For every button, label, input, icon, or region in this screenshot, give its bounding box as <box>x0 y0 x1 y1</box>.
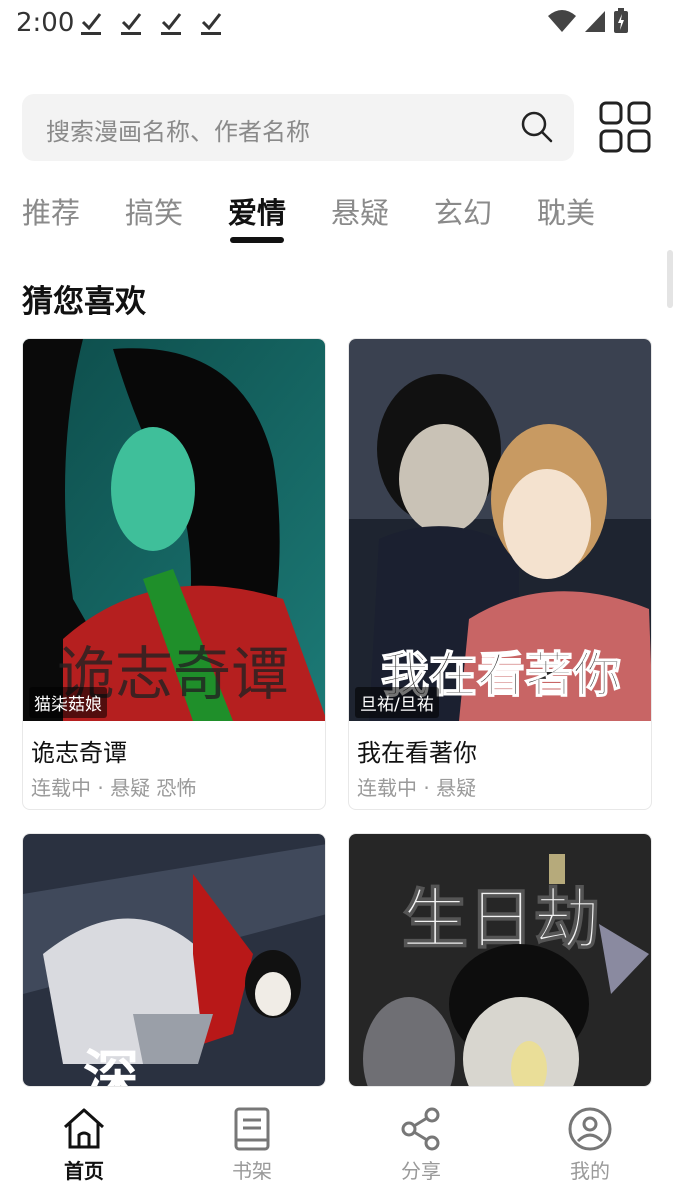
cover-title: 深 <box>83 1045 139 1087</box>
tab-mystery[interactable]: 悬疑 <box>331 190 389 232</box>
search-placeholder: 搜索漫画名称、作者名称 <box>46 118 310 146</box>
system-icons <box>547 8 629 34</box>
tab-fantasy[interactable]: 玄幻 <box>434 190 492 232</box>
section-title: 猜您喜欢 <box>22 284 146 320</box>
download-done-icon <box>201 13 222 35</box>
nav-share[interactable]: 分享 <box>376 1105 466 1184</box>
nav-label: 首页 <box>64 1159 104 1183</box>
cover-art: 我在看著你 <box>349 339 651 721</box>
wifi-icon <box>548 10 576 32</box>
status-bar: 2:00 <box>0 0 675 46</box>
comic-title: 我在看著你 <box>357 739 477 767</box>
battery-charging-icon <box>614 8 628 33</box>
comic-cover[interactable]: 生日劫 <box>349 834 651 1086</box>
author-tag: 旦祐/旦祐 <box>355 687 439 718</box>
nav-profile[interactable]: 我的 <box>545 1105 635 1184</box>
tab-recommend[interactable]: 推荐 <box>22 190 80 232</box>
nav-bookshelf[interactable]: 书架 <box>207 1105 297 1184</box>
scrollbar[interactable] <box>667 250 673 308</box>
home-icon <box>63 1108 105 1149</box>
download-done-icon <box>121 13 142 35</box>
comic-card[interactable]: 深 <box>22 833 326 1087</box>
comic-cover[interactable]: 诡志奇谭 猫柒菇娘 <box>23 339 325 721</box>
comic-title: 诡志奇谭 <box>31 739 127 767</box>
comic-cover[interactable]: 深 <box>23 834 325 1087</box>
tab-bl[interactable]: 耽美 <box>537 190 595 232</box>
nav-label: 我的 <box>570 1159 610 1183</box>
comic-cover[interactable]: 我在看著你 旦祐/旦祐 <box>349 339 651 721</box>
comic-card[interactable]: 诡志奇谭 猫柒菇娘 诡志奇谭 连载中 · 悬疑 恐怖 <box>22 338 326 810</box>
bookshelf-icon <box>234 1107 270 1151</box>
status-time: 2:00 <box>16 8 75 38</box>
active-tab-indicator <box>230 237 284 243</box>
nav-label: 书架 <box>232 1159 272 1183</box>
grid-icon[interactable] <box>598 100 652 154</box>
comic-card[interactable]: 生日劫 <box>348 833 652 1087</box>
nav-label: 分享 <box>401 1159 441 1183</box>
search-icon[interactable] <box>520 110 554 144</box>
share-icon <box>401 1107 440 1151</box>
profile-icon <box>568 1107 612 1151</box>
cover-art: 诡志奇谭 <box>23 339 325 721</box>
cover-art: 深 <box>23 834 325 1087</box>
nav-home[interactable]: 首页 <box>39 1105 129 1184</box>
download-done-icon <box>81 13 102 35</box>
comic-card[interactable]: 我在看著你 旦祐/旦祐 我在看著你 连载中 · 悬疑 <box>348 338 652 810</box>
bottom-navigation: 首页 书架 分享 我的 <box>0 1087 675 1200</box>
comic-meta: 连载中 · 悬疑 恐怖 <box>31 776 197 800</box>
author-tag: 猫柒菇娘 <box>29 687 107 718</box>
search-input[interactable]: 搜索漫画名称、作者名称 <box>22 94 574 161</box>
cell-signal-icon <box>585 11 605 32</box>
cover-art: 生日劫 <box>349 834 651 1086</box>
comic-meta: 连载中 · 悬疑 <box>357 776 477 800</box>
download-done-icon <box>161 13 182 35</box>
download-indicators <box>80 10 222 36</box>
tab-comedy[interactable]: 搞笑 <box>125 190 183 232</box>
tab-romance[interactable]: 爱情 <box>228 190 286 232</box>
